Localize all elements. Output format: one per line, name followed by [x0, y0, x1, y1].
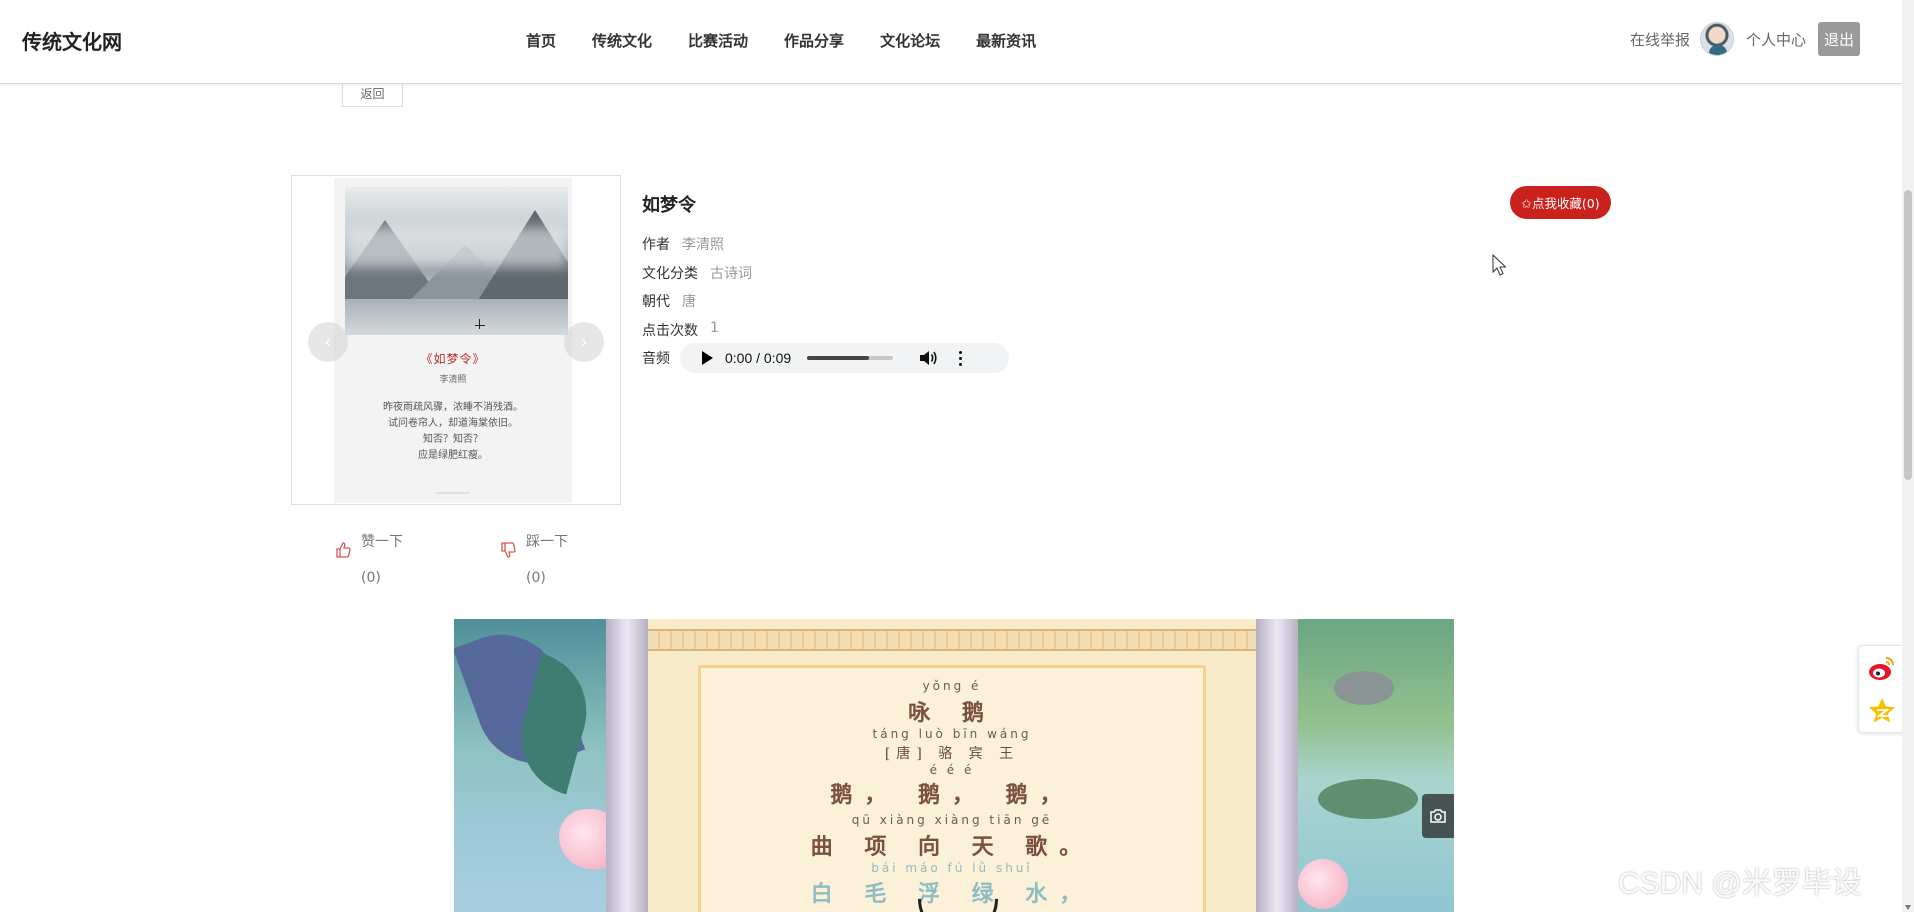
nav-culture-forum[interactable]: 文化论坛: [880, 30, 940, 51]
info-key: 文化分类: [642, 266, 698, 282]
poem-line: 应是绿肥红瘦。: [418, 450, 488, 461]
landscape-painting: [345, 187, 568, 335]
volume-slider-fill: [807, 356, 870, 360]
video-line1-pinyin: yǒng é: [922, 679, 982, 693]
video-scene-left: [454, 619, 619, 912]
back-button[interactable]: 返回: [342, 80, 403, 107]
chevron-left-icon: ‹: [324, 331, 332, 353]
audio-label: 音频: [642, 351, 670, 367]
poem-card-image: 《如梦令》 李清照 昨夜雨疏风骤，浓睡不消残酒。 试问卷帘人，却道海棠依旧。 知…: [334, 178, 572, 503]
info-row-dynasty: 朝代 唐: [642, 291, 696, 311]
info-row-author: 作者 李清照: [642, 234, 724, 254]
image-carousel: 《如梦令》 李清照 昨夜雨疏风骤，浓睡不消残酒。 试问卷帘人，却道海棠依旧。 知…: [291, 175, 621, 505]
scroll-down-arrow-icon[interactable]: [1905, 905, 1911, 910]
dislike-button[interactable]: 踩一下 (0): [500, 524, 568, 596]
avatar[interactable]: [1699, 22, 1734, 56]
online-report-link[interactable]: 在线举报: [1630, 29, 1690, 50]
top-header: 传统文化网 首页 传统文化 比赛活动 作品分享 文化论坛 最新资讯 在线举报 个…: [0, 0, 1902, 84]
nav-latest-news[interactable]: 最新资讯: [976, 30, 1036, 51]
poem-line: 试问卷帘人，却道海棠依旧。: [388, 418, 518, 429]
volume-icon[interactable]: [919, 350, 937, 366]
video-player[interactable]: yǒng é 咏 鹅 táng luò bīn wáng [唐] 骆 宾 王 é…: [454, 619, 1454, 912]
video-line2-pinyin: táng luò bīn wáng: [872, 727, 1032, 741]
video-line3-pinyin: é é é: [929, 763, 975, 777]
info-key: 朝代: [642, 294, 670, 310]
info-row-clicks: 点击次数 1: [642, 320, 719, 340]
info-value: 古诗词: [710, 266, 752, 282]
info-key: 作者: [642, 237, 670, 253]
poem-card-title: 《如梦令》: [420, 352, 486, 366]
more-options-icon[interactable]: [959, 350, 963, 366]
dislike-count: (0): [526, 570, 546, 586]
favorite-button[interactable]: ✩点我收藏(0): [1510, 186, 1611, 219]
user-area: 在线举报 个人中心 退出: [1630, 22, 1860, 56]
volume-slider[interactable]: [807, 356, 894, 360]
info-value: 1: [710, 320, 719, 336]
chevron-right-icon: ›: [580, 331, 588, 353]
nav-traditional-culture[interactable]: 传统文化: [592, 30, 652, 51]
audio-player: 0:00 / 0:09: [680, 343, 1009, 373]
poem-card-author: 李清照: [439, 375, 467, 385]
video-line4: 曲 项 向 天 歌。: [810, 834, 1094, 860]
mouse-cursor-icon: [1492, 254, 1506, 276]
carousel-indicator[interactable]: [436, 492, 470, 494]
user-center-link[interactable]: 个人中心: [1746, 29, 1806, 50]
main-nav: 首页 传统文化 比赛活动 作品分享 文化论坛 最新资讯: [526, 30, 1072, 51]
qzone-star-icon[interactable]: [1867, 696, 1897, 726]
work-title: 如梦令: [642, 195, 696, 216]
watermark-text: CSDN @米罗毕设: [1618, 867, 1862, 900]
video-scene-right: [1298, 619, 1454, 912]
video-line3: 鹅， 鹅， 鹅，: [830, 782, 1074, 808]
poem-line: 昨夜雨疏风骤，浓睡不消残酒。: [383, 402, 523, 413]
camera-icon: [1430, 809, 1446, 823]
carousel-next-button[interactable]: ›: [564, 322, 604, 362]
like-button[interactable]: 赞一下 (0): [335, 524, 403, 596]
audio-time: 0:00 / 0:09: [725, 350, 792, 366]
scrollbar-thumb[interactable]: [1904, 190, 1912, 480]
poem-card-lines: 昨夜雨疏风骤，浓睡不消残酒。 试问卷帘人，却道海棠依旧。 知否？知否？ 应是绿肥…: [334, 400, 572, 464]
play-icon[interactable]: [702, 351, 713, 365]
boat-figure: [475, 319, 485, 329]
share-sidebar: [1858, 645, 1904, 733]
thumbs-down-icon: [501, 542, 516, 558]
video-line4-pinyin: qū xiàng xiàng tiān gē: [851, 813, 1053, 827]
info-key: 点击次数: [642, 323, 698, 339]
thumbs-up-icon: [336, 542, 351, 558]
page-root: 传统文化网 首页 传统文化 比赛活动 作品分享 文化论坛 最新资讯 在线举报 个…: [0, 0, 1914, 912]
screenshot-button[interactable]: [1422, 794, 1454, 838]
nav-home[interactable]: 首页: [526, 30, 556, 51]
nav-works-share[interactable]: 作品分享: [784, 30, 844, 51]
site-brand[interactable]: 传统文化网: [22, 26, 122, 55]
info-value: 唐: [682, 294, 696, 310]
weibo-icon[interactable]: [1867, 654, 1897, 684]
carousel-prev-button[interactable]: ‹: [308, 322, 348, 362]
nav-competitions[interactable]: 比赛活动: [688, 30, 748, 51]
info-value: 李清照: [682, 237, 724, 253]
logout-button[interactable]: 退出: [1818, 22, 1860, 56]
like-label: 赞一下: [361, 534, 403, 550]
video-line1: 咏 鹅: [908, 700, 996, 726]
page-scrollbar[interactable]: [1902, 0, 1914, 912]
dislike-label: 踩一下: [526, 534, 568, 550]
poem-line: 知否？知否？: [423, 434, 483, 445]
info-row-category: 文化分类 古诗词: [642, 263, 752, 283]
like-count: (0): [361, 570, 381, 586]
video-line2: [唐] 骆 宾 王: [884, 746, 1020, 762]
